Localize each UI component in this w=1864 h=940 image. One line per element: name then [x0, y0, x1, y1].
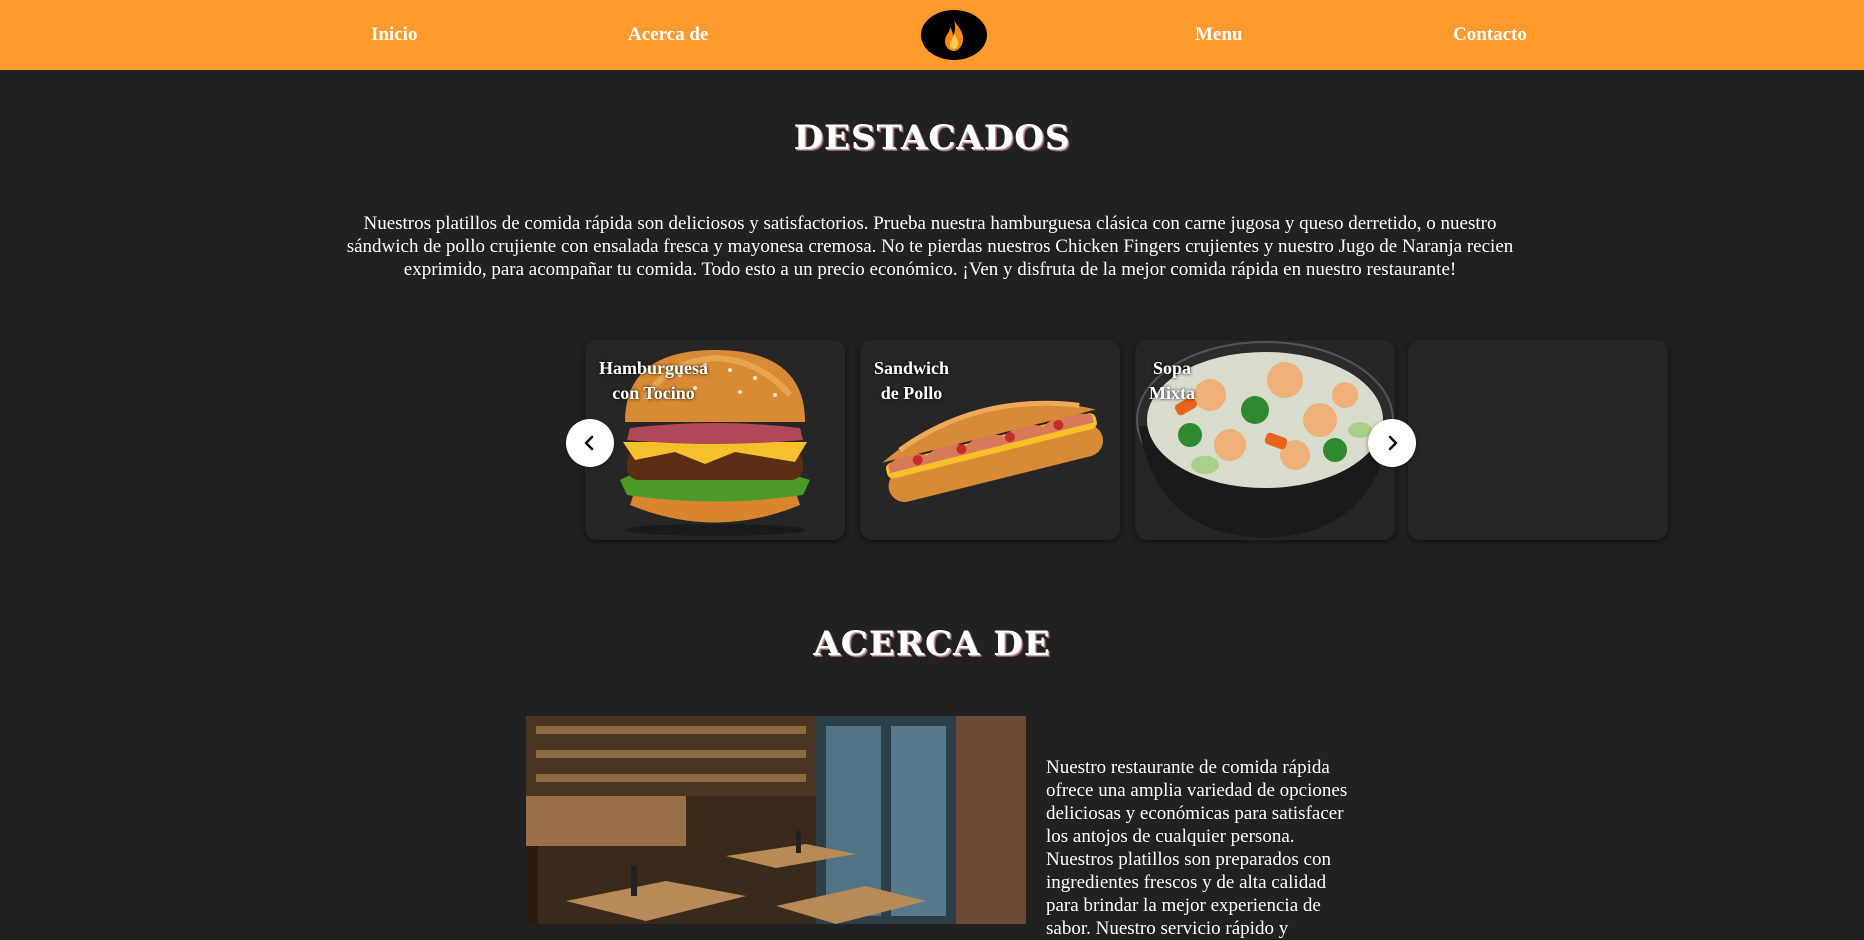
card-hamburguesa[interactable]: Hamburguesa con Tocino — [585, 340, 845, 540]
card-title-line: Sopa — [1152, 358, 1191, 378]
card-title-sandwich: Sandwich de Pollo — [874, 356, 949, 406]
card-title-hamburguesa: Hamburguesa con Tocino — [599, 356, 708, 406]
featured-title: DESTACADOS — [793, 118, 1071, 158]
about-title: ACERCA DE — [813, 624, 1051, 664]
carousel-prev-button[interactable] — [566, 419, 614, 467]
featured-carousel: Hamburguesa con Tocino Sandwich de Pollo — [565, 340, 1668, 546]
about-line: deliciosas y económicas para satisfacer — [1046, 803, 1344, 824]
about-line: para brindar la mejor experiencia de — [1046, 895, 1321, 916]
about-description: Nuestro restaurante de comida rápida ofr… — [1046, 756, 1376, 940]
card-title-line: con Tocino — [612, 383, 695, 403]
featured-description: Nuestros platillos de comida rápida son … — [346, 213, 1514, 280]
nav-link-inicio[interactable]: Inicio — [371, 24, 417, 46]
card-title-line: Hamburguesa — [599, 358, 709, 378]
flame-icon — [945, 19, 964, 51]
about-line: sabor. Nuestro servicio rápido y — [1046, 918, 1289, 939]
about-line: ofrece una amplia variedad de opciones — [1046, 780, 1348, 801]
carousel-next-button[interactable] — [1368, 419, 1416, 467]
about-line: Nuestro restaurante de comida rápida — [1046, 757, 1330, 778]
card-title-line: Sandwich — [874, 358, 950, 378]
top-navbar: Inicio Acerca de Menu Contacto — [0, 0, 1864, 70]
about-line: Nuestros platillos son preparados con — [1046, 849, 1331, 870]
chevron-left-icon — [584, 435, 594, 451]
logo[interactable] — [921, 10, 987, 60]
nav-link-menu[interactable]: Menu — [1195, 24, 1243, 46]
nav-link-acerca-de[interactable]: Acerca de — [628, 24, 708, 46]
restaurant-photo — [526, 716, 1026, 924]
card-title-line: de Pollo — [880, 383, 943, 403]
card-sandwich[interactable]: Sandwich de Pollo — [860, 340, 1120, 540]
chevron-right-icon — [1388, 435, 1398, 451]
card-title-sopa: Sopa Mixta — [1149, 356, 1195, 406]
card-sopa[interactable]: Sopa Mixta — [1135, 340, 1395, 540]
nav-link-contacto[interactable]: Contacto — [1453, 24, 1527, 46]
about-line: los antojos de cualquier persona. — [1046, 826, 1295, 847]
card-next-partial[interactable] — [1408, 340, 1668, 540]
card-title-line: Mixta — [1149, 383, 1195, 403]
about-line: ingredientes frescos y de alta calidad — [1046, 872, 1327, 893]
